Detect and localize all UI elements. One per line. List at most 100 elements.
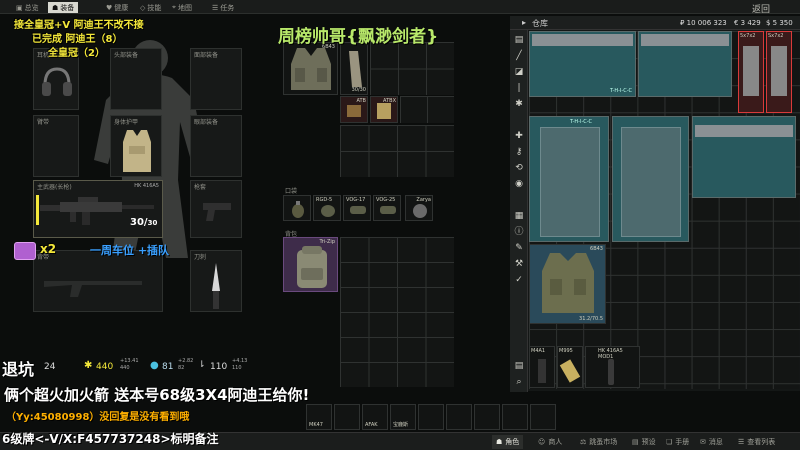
filter-info-icon[interactable]: ⓘ xyxy=(513,226,525,238)
tab-tasks[interactable]: ☰ 任务 xyxy=(212,2,234,13)
filter-keys-icon[interactable]: ⚷ xyxy=(513,146,525,158)
character-icon: ☗ xyxy=(496,438,503,446)
sling-slot[interactable]: 背带 xyxy=(33,250,163,312)
weapon-condition-bar xyxy=(36,195,39,225)
quickslot-3[interactable]: AFAK xyxy=(362,404,388,430)
body-armor-slot[interactable]: 身体护甲 xyxy=(110,115,162,177)
armor-vest-icon xyxy=(123,130,151,172)
quickslot-bar: MK47 AFAK 宝鹿斯 xyxy=(226,404,566,430)
filter-all-icon[interactable]: ▤ xyxy=(513,34,525,46)
nav-watchlist[interactable]: ☰ 查看列表 xyxy=(734,435,779,449)
quickslot-8[interactable] xyxy=(502,404,528,430)
nav-presets[interactable]: ▤ 预设 xyxy=(628,435,660,449)
gift-icon xyxy=(14,242,36,260)
stash-title: 仓库 xyxy=(532,19,548,28)
stash-ammo-case-2[interactable]: Sx7x2 xyxy=(766,31,792,113)
tab-gear[interactable]: ☗ 装备 xyxy=(48,2,79,13)
presets-icon: ▤ xyxy=(632,438,639,446)
filter-special-icon[interactable]: ✎ xyxy=(513,242,525,254)
primary-weapon-slot[interactable]: 主武器(长枪) HK 416A5 30/30 xyxy=(33,180,163,238)
tab-health[interactable]: ♥ 健康 xyxy=(106,2,128,13)
nav-traders[interactable]: ☺ 商人 xyxy=(534,435,566,449)
nav-messages[interactable]: ✉ 消息 xyxy=(696,435,727,449)
rig-grid-3[interactable] xyxy=(340,125,454,177)
tab-overview[interactable]: ▣ 总览 xyxy=(16,2,39,13)
energy-value: 440 xyxy=(96,362,114,372)
filter-weapons-icon[interactable]: ╱ xyxy=(513,50,525,62)
filter-tools-icon[interactable]: ⚒ xyxy=(513,258,525,270)
nav-handbook[interactable]: ❏ 手册 xyxy=(662,435,693,449)
rig-mag-item[interactable]: 30/30 xyxy=(340,42,368,95)
stash-rifle-item[interactable]: HK 416A5 MOD1 xyxy=(585,346,640,388)
quickslot-4[interactable]: 宝鹿斯 xyxy=(390,404,416,430)
pocket-5[interactable]: Zarya xyxy=(405,195,433,221)
rig-ammo-item-2[interactable]: ATBX xyxy=(370,96,398,123)
search-icon[interactable]: ⌕ xyxy=(513,376,525,388)
map-icon: ⌖ xyxy=(172,3,176,11)
quickslot-1[interactable]: MK47 xyxy=(306,404,332,430)
back-button[interactable]: 返回 xyxy=(752,2,770,15)
eyewear-slot[interactable]: 眼部装备 xyxy=(190,115,242,177)
filter-gear-icon[interactable]: ◪ xyxy=(513,66,525,78)
knife-icon xyxy=(212,263,220,309)
backpack-grid[interactable] xyxy=(340,237,454,387)
tab-map[interactable]: ⌖ 地图 xyxy=(172,2,192,13)
overlay-line-2: 已完成 阿迪王（8） xyxy=(32,34,123,45)
rig-grid-2[interactable] xyxy=(400,96,454,123)
promo-text: 俩个超火加火箭 送本号68级3X4阿迪王给你! xyxy=(4,386,310,404)
health-value: 24 xyxy=(44,362,56,372)
magazine-icon xyxy=(538,359,546,383)
headwear-slot[interactable]: 头部装备 xyxy=(110,48,162,110)
stash-crate-3[interactable] xyxy=(692,116,796,198)
overlay-line-1: 接全皇冠+V 阿迪王不改不接 xyxy=(14,20,144,31)
flashbang-icon xyxy=(413,204,427,218)
energy-icon: ✱ xyxy=(84,360,93,371)
quickslot-7[interactable] xyxy=(474,404,500,430)
sort-icon[interactable]: ▤ xyxy=(513,360,525,372)
stash-header: 仓库 ▸ ₽ 10 006 323 € 3 429 $ 5 350 xyxy=(510,16,800,30)
filter-food-icon[interactable]: ◉ xyxy=(513,178,525,190)
filter-favorite-icon[interactable]: ✓ xyxy=(513,274,525,286)
armband-slot[interactable]: 臂带 xyxy=(33,115,79,177)
traders-icon: ☺ xyxy=(538,438,546,446)
ammo-box-icon xyxy=(347,105,361,117)
backpack-slot[interactable]: Tri-Zip xyxy=(283,237,338,292)
nav-flea-market[interactable]: ⚖ 跳蚤市场 xyxy=(576,435,621,449)
stash-case-1[interactable]: T-H-I-C-C xyxy=(529,116,609,242)
grenade-round-icon xyxy=(350,206,366,214)
pocket-3[interactable]: VOG-17 xyxy=(343,195,371,221)
filter-containers-icon[interactable]: ▦ xyxy=(513,210,525,222)
filter-barter-icon[interactable]: ⟲ xyxy=(513,162,525,174)
gear-icon: ☗ xyxy=(52,3,59,12)
quickslot-2[interactable] xyxy=(334,404,360,430)
stash-ammo-item[interactable]: M995 xyxy=(557,346,583,388)
stash-armor-item[interactable]: 6B43 31.2/70.5 xyxy=(529,244,606,324)
stash-case-2[interactable] xyxy=(612,116,689,242)
quickslot-9[interactable] xyxy=(530,404,556,430)
filter-mods-icon[interactable]: ✱ xyxy=(513,98,525,110)
nav-character[interactable]: ☗ 角色 xyxy=(492,435,524,449)
stash-crate-1[interactable]: T-H-I-C-C xyxy=(529,31,636,97)
filter-ammo-icon[interactable]: ❘ xyxy=(513,82,525,94)
pocket-1[interactable] xyxy=(283,195,311,221)
stash-crate-2[interactable] xyxy=(638,31,732,97)
pocket-4[interactable]: VOG-25 xyxy=(373,195,401,221)
stash-ammo-case-1[interactable]: 5x7x2 xyxy=(738,31,764,113)
quickslot-5[interactable] xyxy=(418,404,444,430)
flea-market-icon: ⚖ xyxy=(580,438,587,446)
pocket-2[interactable]: RGD-5 xyxy=(313,195,341,221)
top-navigation-bar: ▣ 总览 ☗ 装备 ♥ 健康 ◇ 技能 ⌖ 地图 ☰ 任务 返回 xyxy=(0,0,800,15)
stash-mag-item[interactable]: M4A1 xyxy=(529,346,555,388)
weight-value: 110 xyxy=(210,362,228,372)
overlay-line-3: 全皇冠（2） xyxy=(48,48,105,59)
holster-slot[interactable]: 枪套 xyxy=(190,180,242,238)
quickslot-6[interactable] xyxy=(446,404,472,430)
facecover-slot[interactable]: 面部装备 xyxy=(190,48,242,110)
melee-slot[interactable]: 刀刺 xyxy=(190,250,242,312)
rig-grid-1[interactable] xyxy=(370,42,454,95)
rig-ammo-item[interactable]: ATB xyxy=(340,96,368,123)
rig-item[interactable]: 6B43 xyxy=(283,42,338,95)
tab-skills[interactable]: ◇ 技能 xyxy=(140,2,161,13)
filter-meds-icon[interactable]: ✚ xyxy=(513,130,525,142)
stash-expand-icon[interactable]: ▸ xyxy=(522,18,526,27)
